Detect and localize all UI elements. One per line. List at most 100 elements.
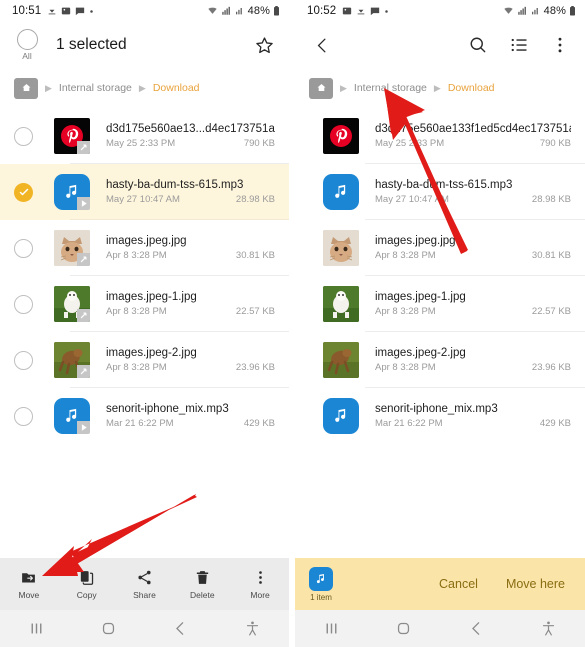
file-thumbnail bbox=[323, 342, 359, 378]
move-button[interactable]: Move bbox=[0, 569, 58, 600]
breadcrumb-separator-icon: ▶ bbox=[138, 82, 146, 93]
battery-icon bbox=[273, 6, 280, 16]
row-checkbox[interactable] bbox=[14, 182, 54, 202]
home-folder-icon[interactable] bbox=[14, 77, 38, 99]
list-view-icon[interactable] bbox=[508, 34, 530, 56]
file-name: d3d175e560ae13...d4ec173751a.png bbox=[106, 123, 275, 135]
status-system-icons: 48% bbox=[503, 5, 576, 17]
gallery-icon bbox=[342, 6, 352, 16]
file-name: images.jpeg-2.jpg bbox=[375, 347, 466, 359]
recents-icon[interactable] bbox=[0, 620, 72, 637]
message-icon bbox=[370, 6, 380, 16]
left-app-bar: All 1 selected bbox=[0, 22, 289, 68]
file-size: 30.81 KB bbox=[531, 250, 571, 261]
table-row[interactable]: images.jpeg-1.jpg Apr 8 3:28 PM 22.57 KB bbox=[0, 276, 289, 332]
chevron-left-icon[interactable] bbox=[309, 32, 335, 58]
checkbox-unchecked-icon[interactable] bbox=[14, 238, 33, 258]
file-date: May 27 10:47 AM bbox=[106, 194, 180, 205]
table-row[interactable]: hasty-ba-dum-tss-615.mp3 May 27 10:47 AM… bbox=[295, 164, 585, 220]
file-thumbnail bbox=[323, 174, 359, 210]
checkbox-unchecked-icon[interactable] bbox=[14, 406, 33, 426]
right-file-list: d3d175e560ae133f1ed5cd4ec173751a.png May… bbox=[295, 108, 585, 558]
right-app-bar bbox=[295, 22, 585, 68]
breadcrumb-item-download[interactable]: Download bbox=[153, 82, 200, 94]
select-all-circle-icon[interactable] bbox=[16, 29, 38, 50]
table-row[interactable]: hasty-ba-dum-tss-615.mp3 May 27 10:47 AM… bbox=[0, 164, 289, 220]
recents-icon[interactable] bbox=[295, 620, 368, 637]
copy-button[interactable]: Copy bbox=[58, 569, 116, 600]
row-checkbox[interactable] bbox=[14, 294, 54, 314]
table-row[interactable]: d3d175e560ae13...d4ec173751a.png May 25 … bbox=[0, 108, 289, 164]
dot-icon bbox=[384, 9, 389, 14]
table-row[interactable]: images.jpeg-2.jpg Apr 8 3:28 PM 23.96 KB bbox=[295, 332, 585, 388]
left-nav-bar bbox=[0, 610, 289, 647]
search-icon[interactable] bbox=[467, 34, 489, 56]
cat-photo bbox=[323, 230, 359, 266]
cancel-button[interactable]: Cancel bbox=[433, 573, 484, 595]
file-size: 30.81 KB bbox=[235, 250, 275, 261]
star-outline-icon[interactable] bbox=[253, 34, 275, 56]
back-icon[interactable] bbox=[145, 620, 217, 637]
status-clock: 10:51 bbox=[12, 5, 42, 17]
share-icon bbox=[356, 6, 366, 16]
file-size: 429 KB bbox=[539, 418, 571, 429]
checkbox-checked-icon[interactable] bbox=[14, 182, 33, 202]
file-date: May 25 2:33 PM bbox=[106, 138, 176, 149]
file-thumbnail bbox=[54, 286, 90, 322]
left-breadcrumb: ▶ Internal storage ▶ Download bbox=[0, 68, 289, 108]
breadcrumb-item-internal-storage[interactable]: Internal storage bbox=[59, 82, 132, 94]
right-status-bar: 10:52 48% bbox=[295, 0, 585, 22]
row-checkbox[interactable] bbox=[14, 350, 54, 370]
copy-button-label: Copy bbox=[76, 589, 97, 600]
breadcrumb-item-internal-storage[interactable]: Internal storage bbox=[354, 82, 427, 94]
file-name: hasty-ba-dum-tss-615.mp3 bbox=[106, 179, 244, 191]
row-checkbox[interactable] bbox=[14, 406, 54, 426]
file-date: Apr 8 3:28 PM bbox=[106, 250, 167, 261]
back-icon[interactable] bbox=[440, 620, 513, 637]
dual-screenshot-frame: 10:51 48% All 1 selected ▶ Internal stor… bbox=[0, 0, 585, 647]
signal-icon bbox=[517, 6, 528, 16]
battery-percent: 48% bbox=[247, 5, 270, 17]
checkbox-unchecked-icon[interactable] bbox=[14, 350, 33, 370]
dot-icon bbox=[89, 9, 94, 14]
table-row[interactable]: senorit-iphone_mix.mp3 Mar 21 6:22 PM 42… bbox=[0, 388, 289, 444]
table-row[interactable]: senorit-iphone_mix.mp3 Mar 21 6:22 PM 42… bbox=[295, 388, 585, 444]
more-vertical-icon[interactable] bbox=[549, 34, 571, 56]
delete-button[interactable]: Delete bbox=[173, 569, 231, 600]
table-row[interactable]: d3d175e560ae133f1ed5cd4ec173751a.png May… bbox=[295, 108, 585, 164]
share-button[interactable]: Share bbox=[116, 569, 174, 600]
accessibility-icon[interactable] bbox=[513, 620, 585, 637]
more-button[interactable]: More bbox=[231, 569, 289, 600]
file-name: images.jpeg-1.jpg bbox=[106, 291, 197, 303]
row-checkbox[interactable] bbox=[14, 238, 54, 258]
status-notification-icons bbox=[47, 6, 94, 16]
breadcrumb-item-download[interactable]: Download bbox=[448, 82, 495, 94]
music-note-icon bbox=[309, 566, 333, 591]
delete-button-label: Delete bbox=[190, 589, 215, 600]
row-checkbox[interactable] bbox=[14, 126, 54, 146]
accessibility-icon[interactable] bbox=[217, 620, 289, 637]
selection-count-title: 1 selected bbox=[56, 36, 127, 53]
checkbox-unchecked-icon[interactable] bbox=[14, 126, 33, 146]
gallery-icon bbox=[61, 6, 71, 16]
breadcrumb-separator-icon: ▶ bbox=[45, 82, 52, 93]
table-row[interactable]: images.jpeg-2.jpg Apr 8 3:28 PM 23.96 KB bbox=[0, 332, 289, 388]
select-all-toggle[interactable]: All bbox=[14, 29, 40, 61]
signal2-icon bbox=[531, 6, 540, 16]
move-button-label: Move bbox=[18, 589, 40, 600]
breadcrumb-separator-icon: ▶ bbox=[340, 82, 347, 93]
move-here-button[interactable]: Move here bbox=[500, 573, 571, 595]
table-row[interactable]: images.jpeg.jpg Apr 8 3:28 PM 30.81 KB bbox=[295, 220, 585, 276]
home-icon[interactable] bbox=[368, 620, 441, 637]
table-row[interactable]: images.jpeg-1.jpg Apr 8 3:28 PM 22.57 KB bbox=[295, 276, 585, 332]
status-notification-icons bbox=[342, 6, 389, 16]
battery-icon bbox=[569, 6, 576, 16]
table-row[interactable]: images.jpeg.jpg Apr 8 3:28 PM 30.81 KB bbox=[0, 220, 289, 276]
home-icon[interactable] bbox=[72, 620, 144, 637]
checkbox-unchecked-icon[interactable] bbox=[14, 294, 33, 314]
file-size: 429 KB bbox=[243, 418, 275, 429]
file-name: images.jpeg.jpg bbox=[375, 235, 456, 247]
home-folder-icon[interactable] bbox=[309, 77, 333, 99]
file-date: Apr 8 3:28 PM bbox=[106, 306, 167, 317]
file-size: 790 KB bbox=[539, 138, 571, 149]
